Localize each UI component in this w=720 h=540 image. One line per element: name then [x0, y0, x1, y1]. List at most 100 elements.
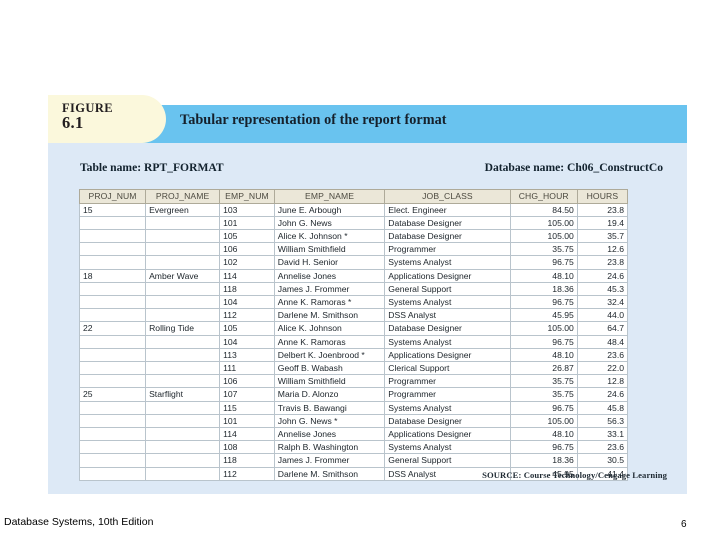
cell-emp_name: Delbert K. Joenbrood *	[273, 347, 386, 363]
cell-chg_hour: 105.00	[509, 321, 578, 336]
cell-proj_name	[145, 295, 221, 310]
cell-job_class: General Support	[384, 453, 511, 468]
cell-proj_name	[145, 334, 221, 349]
table-body: 15 Evergreen 103 June E. Arbough Elect. Engi…	[78, 202, 629, 481]
cell-emp_name: John G. News *	[273, 413, 386, 429]
column-header-proj_name: PROJ_NAME	[145, 189, 221, 204]
cell-job_class: DSS Analyst	[384, 308, 511, 323]
cell-emp_num: 104	[219, 295, 275, 310]
cell-proj_num	[78, 347, 147, 363]
table-row: 112 Darlene M. Smithson DSS Analyst 45.95 44…	[78, 308, 629, 323]
cell-emp_name: James J. Frommer	[273, 453, 386, 468]
cell-proj_num	[78, 466, 147, 481]
cell-chg_hour: 48.10	[509, 427, 578, 442]
cell-emp_num: 106	[219, 374, 275, 389]
cell-emp_name: Annelise Jones	[273, 268, 386, 283]
cell-proj_name: Rolling Tide	[145, 321, 221, 336]
table-row: 108 Ralph B. Washington Systems Analyst 96.…	[78, 440, 629, 455]
figure-title: Tabular representation of the report for…	[180, 112, 447, 128]
cell-hours: 12.6	[576, 242, 629, 257]
cell-emp_name: Anne K. Ramoras *	[273, 295, 386, 310]
cell-job_class: Elect. Engineer	[384, 202, 511, 217]
cell-hours: 19.4	[576, 215, 629, 231]
table-row: 114 Annelise Jones Applications Designer 48…	[78, 427, 629, 442]
cell-emp_name: Alice K. Johnson	[273, 321, 386, 336]
cell-hours: 56.3	[576, 413, 629, 429]
figure-body-panel: Table name: RPT_FORMAT Database name: Ch…	[48, 143, 687, 494]
cell-emp_name: Maria D. Alonzo	[273, 387, 386, 402]
cell-emp_name: William Smithfield	[273, 374, 386, 389]
cell-proj_name	[145, 242, 221, 257]
table-row: 118 James J. Frommer General Support 18.36 4…	[78, 281, 629, 297]
cell-emp_name: Ralph B. Washington	[273, 440, 386, 455]
cell-job_class: Database Designer	[384, 321, 511, 336]
cell-chg_hour: 48.10	[509, 268, 578, 283]
cell-emp_name: David H. Senior	[273, 255, 386, 270]
cell-hours: 23.8	[576, 255, 629, 270]
cell-proj_num	[78, 215, 147, 231]
cell-proj_num: 22	[78, 321, 147, 336]
figure-label-number: 6.1	[62, 112, 84, 132]
source-credit: SOURCE: Course Technology/Cengage Learni…	[482, 470, 667, 480]
cell-job_class: Systems Analyst	[384, 334, 511, 349]
cell-emp_num: 103	[219, 202, 275, 217]
cell-job_class: Applications Designer	[384, 268, 511, 283]
cell-proj_name	[145, 400, 221, 415]
cell-proj_name	[145, 215, 221, 231]
cell-job_class: Programmer	[384, 374, 511, 389]
cell-hours: 33.1	[576, 427, 629, 442]
column-header-emp_num: EMP_NUM	[219, 189, 275, 204]
cell-emp_num: 108	[219, 440, 275, 455]
cell-job_class: Database Designer	[384, 413, 511, 429]
cell-job_class: Applications Designer	[384, 347, 511, 363]
cell-proj_name	[145, 308, 221, 323]
cell-emp_num: 114	[219, 268, 275, 283]
cell-chg_hour: 48.10	[509, 347, 578, 363]
cell-proj_num	[78, 308, 147, 323]
cell-chg_hour: 35.75	[509, 242, 578, 257]
cell-emp_num: 115	[219, 400, 275, 415]
cell-proj_name	[145, 374, 221, 389]
cell-proj_name	[145, 361, 221, 376]
cell-emp_num: 105	[219, 228, 275, 244]
cell-chg_hour: 35.75	[509, 374, 578, 389]
cell-proj_num	[78, 453, 147, 468]
table-row: 15 Evergreen 103 June E. Arbough Elect. Engi…	[78, 202, 629, 217]
table-row: 118 James J. Frommer General Support 18.36 3…	[78, 453, 629, 468]
cell-emp_name: June E. Arbough	[273, 202, 386, 217]
table-row: 104 Anne K. Ramoras * Systems Analyst 96.75…	[78, 295, 629, 310]
cell-emp_name: Geoff B. Wabash	[273, 361, 386, 376]
cell-hours: 23.6	[576, 440, 629, 455]
cell-proj_num	[78, 374, 147, 389]
cell-proj_name	[145, 413, 221, 429]
cell-hours: 35.7	[576, 228, 629, 244]
cell-chg_hour: 96.75	[509, 255, 578, 270]
cell-job_class: Database Designer	[384, 215, 511, 231]
cell-proj_name	[145, 427, 221, 442]
cell-emp_num: 101	[219, 215, 275, 231]
cell-hours: 30.5	[576, 453, 629, 468]
table-row: 105 Alice K. Johnson * Database Designer 10…	[78, 228, 629, 244]
cell-emp_num: 104	[219, 334, 275, 349]
cell-emp_num: 118	[219, 281, 275, 297]
cell-chg_hour: 105.00	[509, 413, 578, 429]
report-table: PROJ_NUM PROJ_NAME EMP_NUM EMP_NAME JOB_CLAS…	[78, 189, 629, 481]
cell-chg_hour: 84.50	[509, 202, 578, 217]
cell-hours: 23.8	[576, 202, 629, 217]
cell-proj_num: 15	[78, 202, 147, 217]
cell-hours: 32.4	[576, 295, 629, 310]
cell-chg_hour: 18.36	[509, 453, 578, 468]
figure-block: FIGURE 6.1 Tabular representation of the…	[48, 95, 687, 494]
table-row: 111 Geoff B. Wabash Clerical Support 26.87 2…	[78, 361, 629, 376]
cell-emp_name: Darlene M. Smithson	[273, 308, 386, 323]
cell-chg_hour: 105.00	[509, 228, 578, 244]
cell-proj_name: Starflight	[145, 387, 221, 402]
cell-proj_name	[145, 440, 221, 455]
cell-hours: 45.8	[576, 400, 629, 415]
cell-chg_hour: 105.00	[509, 215, 578, 231]
cell-proj_name	[145, 347, 221, 363]
cell-proj_num	[78, 242, 147, 257]
table-identity-row: Table name: RPT_FORMAT Database name: Ch…	[80, 161, 667, 174]
cell-hours: 23.6	[576, 347, 629, 363]
cell-job_class: Systems Analyst	[384, 255, 511, 270]
